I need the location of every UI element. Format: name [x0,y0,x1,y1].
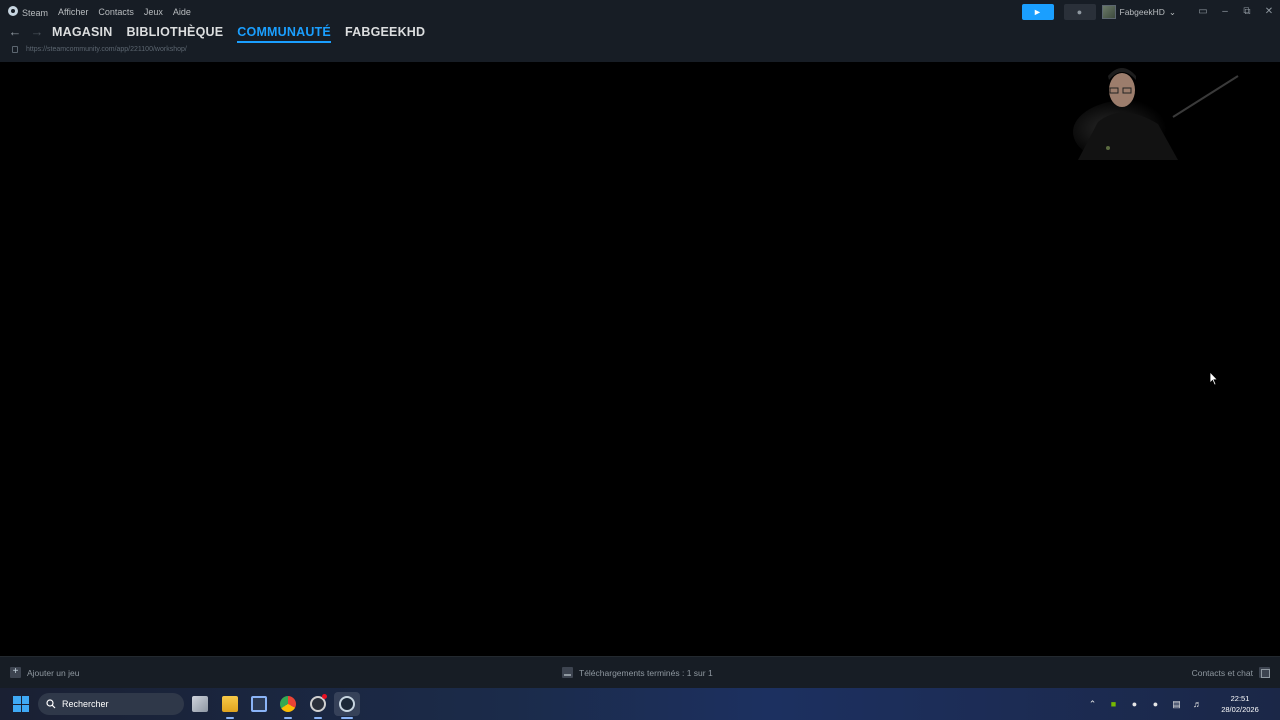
url-text: https://steamcommunity.com/app/221100/wo… [26,46,187,53]
microphone-icon[interactable]: ● [1145,699,1166,709]
recording-badge-icon [322,694,327,699]
steam-taskbar-icon[interactable] [339,696,355,712]
chat-icon [1259,667,1270,678]
main-nav: ← → MAGASIN BIBLIOTHÈQUE COMMUNAUTÉ FABG… [8,22,439,43]
plus-icon: + [10,667,21,678]
avatar [1101,5,1116,19]
system-tray: ⌃ ■ ● ● ▤ ♬ 22:51 28/02/2026 [1082,688,1280,720]
page-icon [12,46,18,53]
tab-bibliotheque[interactable]: BIBLIOTHÈQUE [126,25,223,39]
clock-date: 28/02/2026 [1221,705,1259,714]
chrome-running-indicator [284,717,292,719]
friends-chat-label: Contacts et chat [1191,667,1253,678]
announcements-button[interactable]: ► [1021,4,1054,20]
windows-taskbar: Rechercher ⌃ ■ ● ● ▤ ♬ 22:51 28/02/2026 [0,688,1280,720]
menu-aide[interactable]: Aide [173,7,191,17]
account-menu[interactable]: FabgeekHD ⌄ [1101,5,1176,19]
title-bar: Steam Afficher Contacts Jeux Aide ← → MA… [0,0,1280,62]
speaker-icon[interactable]: ♬ [1187,699,1208,709]
tab-communaute[interactable]: COMMUNAUTÉ [237,25,331,43]
notifications-button[interactable]: ● [1063,4,1096,20]
chevron-up-icon[interactable]: ⌃ [1082,699,1103,710]
menu-contacts[interactable]: Contacts [98,7,134,17]
clock-time: 22:51 [1230,694,1250,703]
friends-chat-button[interactable]: Contacts et chat [1192,667,1270,678]
downloads-status[interactable]: Téléchargements terminés : 1 sur 1 [562,667,713,678]
webcam-overlay-image [1068,62,1240,160]
mouse-cursor-icon [1209,371,1219,386]
back-arrow-icon[interactable]: ← [8,25,22,39]
search-icon [46,699,56,709]
steam-window: Steam Afficher Contacts Jeux Aide ← → MA… [0,0,1280,688]
forward-arrow-icon[interactable]: → [30,25,44,39]
nvidia-icon[interactable]: ■ [1103,699,1124,709]
menu-steam[interactable]: Steam [8,6,48,18]
steam-tray-icon[interactable]: ● [1124,699,1145,709]
status-bar: + Ajouter un jeu Téléchargements terminé… [0,656,1280,688]
tab-profile[interactable]: FABGEEKHD [345,25,425,39]
chrome-icon[interactable] [280,696,296,712]
close-icon[interactable]: ✕ [1258,4,1280,20]
explorer-running-indicator [226,717,234,719]
taskbar-search[interactable]: Rechercher [38,693,184,715]
menu-steam-label: Steam [22,8,49,18]
task-view-icon[interactable] [192,696,208,712]
tab-magasin[interactable]: MAGASIN [52,25,112,39]
chevron-down-icon: ⌄ [1168,6,1176,17]
network-icon[interactable]: ▤ [1166,699,1187,710]
search-placeholder: Rechercher [62,699,109,709]
obs-running-indicator [314,717,322,719]
account-name: FabgeekHD [1119,7,1165,17]
bell-icon: ● [1076,7,1083,17]
file-explorer-icon[interactable] [222,696,238,712]
add-game-button[interactable]: + Ajouter un jeu [10,667,79,678]
maximize-icon[interactable]: ⧉ [1236,4,1258,20]
microsoft-store-icon[interactable] [251,696,267,712]
steam-logo-icon [8,6,18,16]
url-bar[interactable]: https://steamcommunity.com/app/221100/wo… [12,46,187,53]
top-menu: Steam Afficher Contacts Jeux Aide [8,5,201,19]
steam-running-indicator [341,717,353,719]
menu-afficher[interactable]: Afficher [58,7,88,17]
minimize-icon[interactable]: – [1214,4,1236,20]
big-picture-icon[interactable]: ▭ [1192,4,1214,20]
taskbar-clock[interactable]: 22:51 28/02/2026 [1210,693,1270,715]
menu-jeux[interactable]: Jeux [144,7,163,17]
windows-start-icon[interactable] [13,696,29,712]
downloads-label: Téléchargements terminés : 1 sur 1 [579,667,713,678]
add-game-label: Ajouter un jeu [27,667,80,678]
megaphone-icon: ► [1033,7,1042,17]
top-right-controls: ► ● FabgeekHD ⌄ ▭ – ⧉ ✕ [1021,3,1280,21]
download-icon [562,667,573,678]
